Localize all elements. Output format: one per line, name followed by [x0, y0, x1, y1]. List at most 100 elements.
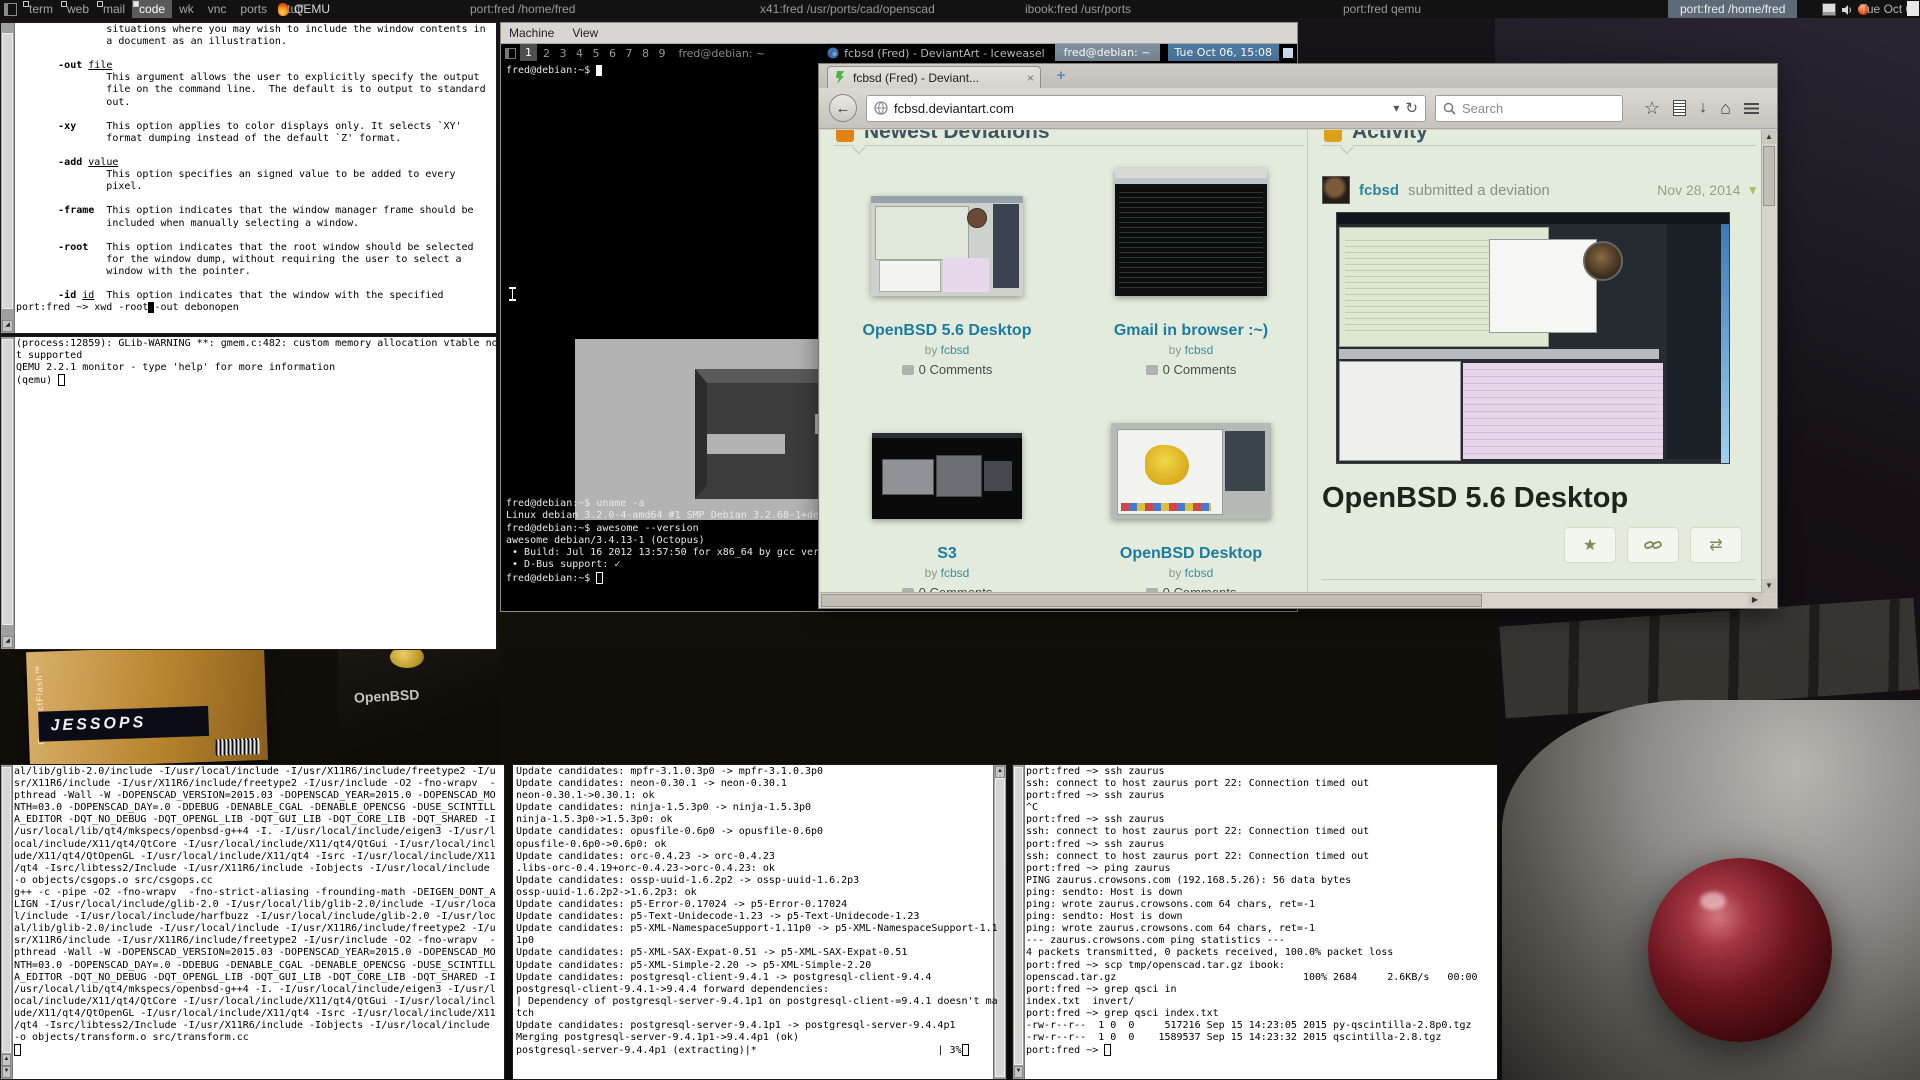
thumb-detail — [1115, 178, 1267, 184]
ibeam-mouse-cursor — [509, 287, 516, 301]
wallpaper-openbsd-box: OpenBSD — [338, 636, 500, 765]
scrollbar[interactable]: ◢ — [1, 337, 15, 649]
tag-web[interactable]: web — [60, 0, 96, 18]
scrollbar-thumb[interactable] — [1014, 767, 1023, 1065]
vertical-scrollbar[interactable]: ▲ ▼ — [1761, 130, 1776, 593]
tag-vnc[interactable]: vnc — [201, 0, 234, 18]
chevron-down-icon[interactable]: ▾ — [1749, 182, 1756, 198]
scroll-right-arrow[interactable]: ▶ — [1748, 593, 1762, 607]
horizontal-scrollbar[interactable]: ▶ — [820, 592, 1762, 607]
scrollbar[interactable]: ▼ — [1013, 765, 1025, 1079]
menu-view[interactable]: View — [572, 26, 598, 40]
tag-term[interactable]: term — [22, 0, 60, 18]
comment-bubble-icon — [1146, 365, 1158, 375]
deviation-thumbnail[interactable] — [871, 196, 1023, 296]
guest-tags[interactable]: 2 3 4 5 6 7 8 9 — [537, 47, 674, 60]
menu-machine[interactable]: Machine — [509, 26, 554, 40]
preview-detail — [1339, 349, 1659, 359]
reload-icon[interactable]: ↻ — [1405, 99, 1418, 117]
guest-task-terminal-focused[interactable]: fred@debian: ~ — [1055, 44, 1160, 62]
comments-row[interactable]: 0 Comments — [902, 362, 993, 377]
url-bar[interactable]: fcbsd.deviantart.com ▾ ↻ — [866, 95, 1426, 122]
new-tab-button[interactable]: + — [1051, 68, 1071, 85]
scrollbar-thumb[interactable] — [2, 767, 11, 1053]
build-log-text: al/lib/glib-2.0/include -I/usr/local/inc… — [14, 766, 496, 1043]
page-content: Newest Deviations — [820, 130, 1762, 593]
scrollbar-thumb[interactable] — [2, 33, 13, 309]
deviation-thumbnail[interactable] — [1115, 168, 1267, 296]
scrollbar-thumb[interactable] — [1763, 146, 1775, 206]
tab-close-icon[interactable]: × — [1027, 71, 1034, 85]
tag-code-selected[interactable]: code — [132, 0, 172, 18]
scrollbar-thumb[interactable] — [2, 339, 13, 625]
tag-label: ports — [240, 2, 267, 16]
author-link[interactable]: fcbsd — [941, 566, 970, 580]
deviation-thumbnail[interactable] — [872, 433, 1022, 519]
guest-layout-icon[interactable] — [505, 48, 516, 59]
preview-detail — [1489, 239, 1597, 333]
author-link[interactable]: fcbsd — [1185, 566, 1214, 580]
tag-wk[interactable]: wk — [172, 0, 201, 18]
taskbar-qemu-entry[interactable]: QEMU — [278, 0, 330, 18]
scrollbar[interactable]: ▲ ▼ — [1, 765, 13, 1079]
layout-icon[interactable] — [4, 3, 17, 16]
activity-user-link[interactable]: fcbsd — [1359, 182, 1399, 199]
deviation-byline: by fcbsd — [925, 343, 970, 357]
scrollbar-corner — [1762, 593, 1776, 607]
iceweasel-icon — [827, 47, 839, 59]
text-cursor-hollow — [58, 374, 65, 386]
scroll-up-arrow[interactable]: ▲ — [1762, 130, 1776, 144]
comment-bubble-icon — [902, 365, 914, 375]
systray-white-icon[interactable] — [1907, 1, 1919, 16]
downloads-icon[interactable]: ↓ — [1699, 100, 1707, 116]
scrollbar[interactable]: ◢ — [1, 23, 15, 333]
guest-task-iceweasel[interactable]: fcbsd (Fred) - DeviantArt - Iceweasel — [827, 47, 1045, 60]
url-dropdown-icon[interactable]: ▾ — [1393, 101, 1399, 115]
keyboard-tray-icon[interactable] — [1822, 3, 1836, 16]
tab-deviantart[interactable]: fcbsd (Fred) - Deviant... × — [827, 66, 1041, 88]
deviation-thumbnail[interactable] — [1111, 423, 1271, 519]
back-button[interactable]: ← — [829, 94, 857, 122]
bookmarks-menu-icon[interactable] — [1673, 100, 1686, 116]
author-link[interactable]: fcbsd — [941, 343, 970, 357]
share-link-button[interactable] — [1627, 527, 1679, 563]
speaker-icon[interactable] — [1841, 4, 1853, 16]
comments-row[interactable]: 0 Comments — [1146, 362, 1237, 377]
search-field[interactable]: Search — [1435, 95, 1623, 122]
favourite-button[interactable]: ★ — [1564, 527, 1616, 563]
by-label: by — [1169, 343, 1182, 357]
scroll-down-box[interactable]: ▼ — [2, 1066, 11, 1078]
activity-action: submitted a deviation — [1408, 182, 1550, 199]
scroll-down-box[interactable]: ▼ — [1014, 1066, 1023, 1078]
repost-button[interactable]: ⇄ — [1690, 527, 1742, 563]
qemu-menubar: Machine View — [501, 23, 1297, 44]
deviation-title[interactable]: Gmail in browser :~) — [1114, 322, 1268, 340]
deviation-title[interactable]: OpenBSD Desktop — [1120, 545, 1262, 563]
toolbar-icons: ☆ ↓ ⌂ — [1644, 100, 1759, 116]
scrollbar-end-box[interactable]: ◢ — [2, 636, 13, 648]
avatar[interactable] — [1322, 176, 1350, 204]
scrollbar-thumb[interactable] — [821, 594, 1482, 607]
deviation-title[interactable]: OpenBSD 5.6 Desktop — [863, 322, 1032, 340]
desktop: CompactFlash™ JESSOPS OpenBSD term web m… — [0, 0, 1920, 1080]
qemu-monitor-terminal-window: ◢ (process:12859): GLib-WARNING **: gmem… — [0, 336, 497, 650]
tag-mail[interactable]: mail — [96, 0, 132, 18]
activity-deviation-preview[interactable] — [1336, 212, 1730, 464]
thumb-slot — [1111, 423, 1271, 519]
jessops-band: JESSOPS — [38, 706, 209, 742]
scrollbar-end-box[interactable]: ◢ — [2, 320, 13, 332]
author-link[interactable]: fcbsd — [1185, 343, 1214, 357]
menu-hamburger-icon[interactable] — [1744, 103, 1759, 114]
url-text[interactable]: fcbsd.deviantart.com — [894, 101, 1387, 116]
scroll-down-arrow[interactable]: ▼ — [1762, 579, 1776, 593]
home-icon[interactable]: ⌂ — [1720, 100, 1731, 116]
thumb-slot — [1115, 168, 1267, 296]
tag-ports[interactable]: ports — [233, 0, 274, 18]
scroll-up-box[interactable]: ▲ — [2, 1054, 11, 1066]
bookmark-star-icon[interactable]: ☆ — [1644, 100, 1660, 116]
guest-tag-1-selected[interactable]: 1 — [520, 44, 537, 62]
activity-deviation-title[interactable]: OpenBSD 5.6 Desktop — [1322, 482, 1756, 515]
screen-title-5-selected: port:fred /home/fred — [1668, 0, 1797, 18]
deviation-title[interactable]: S3 — [937, 545, 957, 563]
thumb-detail — [943, 258, 989, 292]
